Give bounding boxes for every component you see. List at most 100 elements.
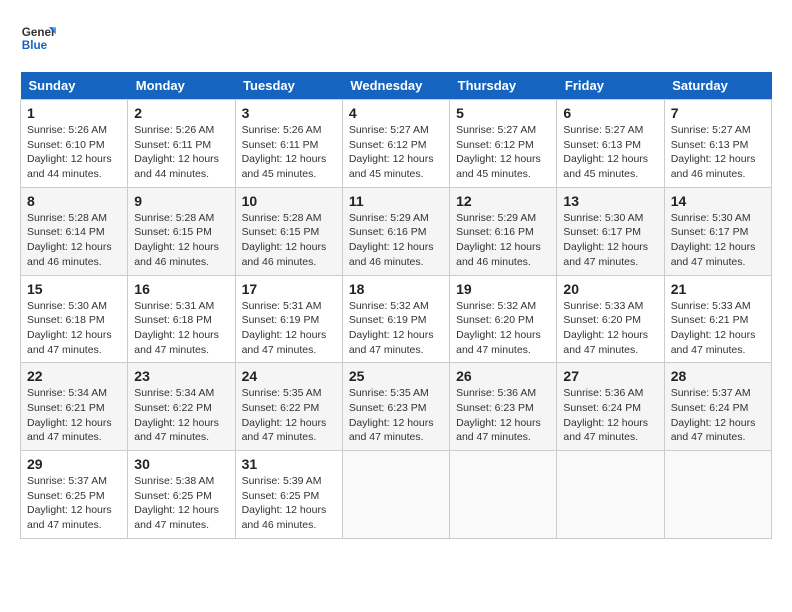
calendar-cell: 19 Sunrise: 5:32 AMSunset: 6:20 PMDaylig… (450, 275, 557, 363)
day-info: Sunrise: 5:31 AMSunset: 6:18 PMDaylight:… (134, 299, 228, 358)
day-info: Sunrise: 5:34 AMSunset: 6:21 PMDaylight:… (27, 386, 121, 445)
day-number: 12 (456, 193, 550, 209)
calendar-cell: 1 Sunrise: 5:26 AMSunset: 6:10 PMDayligh… (21, 100, 128, 188)
day-info: Sunrise: 5:34 AMSunset: 6:22 PMDaylight:… (134, 386, 228, 445)
day-of-week-header: Wednesday (342, 72, 449, 100)
day-info: Sunrise: 5:39 AMSunset: 6:25 PMDaylight:… (242, 474, 336, 533)
day-info: Sunrise: 5:36 AMSunset: 6:23 PMDaylight:… (456, 386, 550, 445)
page-header: General Blue (20, 20, 772, 56)
day-number: 27 (563, 368, 657, 384)
calendar-cell: 25 Sunrise: 5:35 AMSunset: 6:23 PMDaylig… (342, 363, 449, 451)
day-number: 5 (456, 105, 550, 121)
logo: General Blue (20, 20, 56, 56)
day-number: 8 (27, 193, 121, 209)
day-number: 10 (242, 193, 336, 209)
day-info: Sunrise: 5:32 AMSunset: 6:19 PMDaylight:… (349, 299, 443, 358)
day-of-week-header: Friday (557, 72, 664, 100)
calendar-table: SundayMondayTuesdayWednesdayThursdayFrid… (20, 72, 772, 539)
day-of-week-header: Monday (128, 72, 235, 100)
calendar-cell: 29 Sunrise: 5:37 AMSunset: 6:25 PMDaylig… (21, 451, 128, 539)
calendar-week-row: 15 Sunrise: 5:30 AMSunset: 6:18 PMDaylig… (21, 275, 772, 363)
day-info: Sunrise: 5:37 AMSunset: 6:24 PMDaylight:… (671, 386, 765, 445)
day-info: Sunrise: 5:35 AMSunset: 6:22 PMDaylight:… (242, 386, 336, 445)
day-info: Sunrise: 5:31 AMSunset: 6:19 PMDaylight:… (242, 299, 336, 358)
day-number: 7 (671, 105, 765, 121)
day-number: 31 (242, 456, 336, 472)
calendar-cell (664, 451, 771, 539)
calendar-cell: 5 Sunrise: 5:27 AMSunset: 6:12 PMDayligh… (450, 100, 557, 188)
day-info: Sunrise: 5:28 AMSunset: 6:15 PMDaylight:… (242, 211, 336, 270)
calendar-cell (342, 451, 449, 539)
calendar-cell: 31 Sunrise: 5:39 AMSunset: 6:25 PMDaylig… (235, 451, 342, 539)
day-info: Sunrise: 5:32 AMSunset: 6:20 PMDaylight:… (456, 299, 550, 358)
calendar-cell: 9 Sunrise: 5:28 AMSunset: 6:15 PMDayligh… (128, 187, 235, 275)
calendar-cell: 21 Sunrise: 5:33 AMSunset: 6:21 PMDaylig… (664, 275, 771, 363)
calendar-cell: 15 Sunrise: 5:30 AMSunset: 6:18 PMDaylig… (21, 275, 128, 363)
day-number: 21 (671, 281, 765, 297)
day-info: Sunrise: 5:26 AMSunset: 6:10 PMDaylight:… (27, 123, 121, 182)
calendar-cell: 3 Sunrise: 5:26 AMSunset: 6:11 PMDayligh… (235, 100, 342, 188)
calendar-cell: 18 Sunrise: 5:32 AMSunset: 6:19 PMDaylig… (342, 275, 449, 363)
day-info: Sunrise: 5:30 AMSunset: 6:18 PMDaylight:… (27, 299, 121, 358)
calendar-cell: 12 Sunrise: 5:29 AMSunset: 6:16 PMDaylig… (450, 187, 557, 275)
calendar-cell: 22 Sunrise: 5:34 AMSunset: 6:21 PMDaylig… (21, 363, 128, 451)
day-number: 3 (242, 105, 336, 121)
day-number: 25 (349, 368, 443, 384)
day-number: 18 (349, 281, 443, 297)
calendar-cell: 4 Sunrise: 5:27 AMSunset: 6:12 PMDayligh… (342, 100, 449, 188)
calendar-cell: 26 Sunrise: 5:36 AMSunset: 6:23 PMDaylig… (450, 363, 557, 451)
logo-icon: General Blue (20, 20, 56, 56)
day-of-week-header: Sunday (21, 72, 128, 100)
day-of-week-header: Tuesday (235, 72, 342, 100)
day-info: Sunrise: 5:29 AMSunset: 6:16 PMDaylight:… (349, 211, 443, 270)
calendar-cell: 23 Sunrise: 5:34 AMSunset: 6:22 PMDaylig… (128, 363, 235, 451)
svg-text:Blue: Blue (22, 39, 48, 52)
day-number: 23 (134, 368, 228, 384)
calendar-cell: 14 Sunrise: 5:30 AMSunset: 6:17 PMDaylig… (664, 187, 771, 275)
day-number: 16 (134, 281, 228, 297)
calendar-cell: 24 Sunrise: 5:35 AMSunset: 6:22 PMDaylig… (235, 363, 342, 451)
day-number: 24 (242, 368, 336, 384)
day-of-week-header: Saturday (664, 72, 771, 100)
calendar-cell: 27 Sunrise: 5:36 AMSunset: 6:24 PMDaylig… (557, 363, 664, 451)
calendar-cell: 16 Sunrise: 5:31 AMSunset: 6:18 PMDaylig… (128, 275, 235, 363)
calendar-cell: 2 Sunrise: 5:26 AMSunset: 6:11 PMDayligh… (128, 100, 235, 188)
day-info: Sunrise: 5:27 AMSunset: 6:12 PMDaylight:… (456, 123, 550, 182)
day-info: Sunrise: 5:30 AMSunset: 6:17 PMDaylight:… (563, 211, 657, 270)
day-number: 26 (456, 368, 550, 384)
day-number: 4 (349, 105, 443, 121)
day-info: Sunrise: 5:27 AMSunset: 6:13 PMDaylight:… (563, 123, 657, 182)
calendar-cell (450, 451, 557, 539)
calendar-header-row: SundayMondayTuesdayWednesdayThursdayFrid… (21, 72, 772, 100)
day-of-week-header: Thursday (450, 72, 557, 100)
day-number: 1 (27, 105, 121, 121)
calendar-week-row: 8 Sunrise: 5:28 AMSunset: 6:14 PMDayligh… (21, 187, 772, 275)
calendar-cell: 30 Sunrise: 5:38 AMSunset: 6:25 PMDaylig… (128, 451, 235, 539)
day-number: 28 (671, 368, 765, 384)
calendar-cell: 28 Sunrise: 5:37 AMSunset: 6:24 PMDaylig… (664, 363, 771, 451)
day-number: 11 (349, 193, 443, 209)
calendar-cell: 6 Sunrise: 5:27 AMSunset: 6:13 PMDayligh… (557, 100, 664, 188)
day-info: Sunrise: 5:28 AMSunset: 6:15 PMDaylight:… (134, 211, 228, 270)
day-number: 14 (671, 193, 765, 209)
day-info: Sunrise: 5:29 AMSunset: 6:16 PMDaylight:… (456, 211, 550, 270)
day-number: 9 (134, 193, 228, 209)
day-info: Sunrise: 5:37 AMSunset: 6:25 PMDaylight:… (27, 474, 121, 533)
calendar-cell: 10 Sunrise: 5:28 AMSunset: 6:15 PMDaylig… (235, 187, 342, 275)
calendar-cell: 7 Sunrise: 5:27 AMSunset: 6:13 PMDayligh… (664, 100, 771, 188)
day-info: Sunrise: 5:26 AMSunset: 6:11 PMDaylight:… (242, 123, 336, 182)
calendar-week-row: 29 Sunrise: 5:37 AMSunset: 6:25 PMDaylig… (21, 451, 772, 539)
calendar-cell: 8 Sunrise: 5:28 AMSunset: 6:14 PMDayligh… (21, 187, 128, 275)
day-info: Sunrise: 5:38 AMSunset: 6:25 PMDaylight:… (134, 474, 228, 533)
day-info: Sunrise: 5:26 AMSunset: 6:11 PMDaylight:… (134, 123, 228, 182)
day-info: Sunrise: 5:33 AMSunset: 6:21 PMDaylight:… (671, 299, 765, 358)
day-info: Sunrise: 5:27 AMSunset: 6:12 PMDaylight:… (349, 123, 443, 182)
calendar-cell: 20 Sunrise: 5:33 AMSunset: 6:20 PMDaylig… (557, 275, 664, 363)
day-number: 13 (563, 193, 657, 209)
calendar-cell: 11 Sunrise: 5:29 AMSunset: 6:16 PMDaylig… (342, 187, 449, 275)
calendar-week-row: 22 Sunrise: 5:34 AMSunset: 6:21 PMDaylig… (21, 363, 772, 451)
day-number: 22 (27, 368, 121, 384)
day-info: Sunrise: 5:33 AMSunset: 6:20 PMDaylight:… (563, 299, 657, 358)
day-number: 2 (134, 105, 228, 121)
day-info: Sunrise: 5:36 AMSunset: 6:24 PMDaylight:… (563, 386, 657, 445)
